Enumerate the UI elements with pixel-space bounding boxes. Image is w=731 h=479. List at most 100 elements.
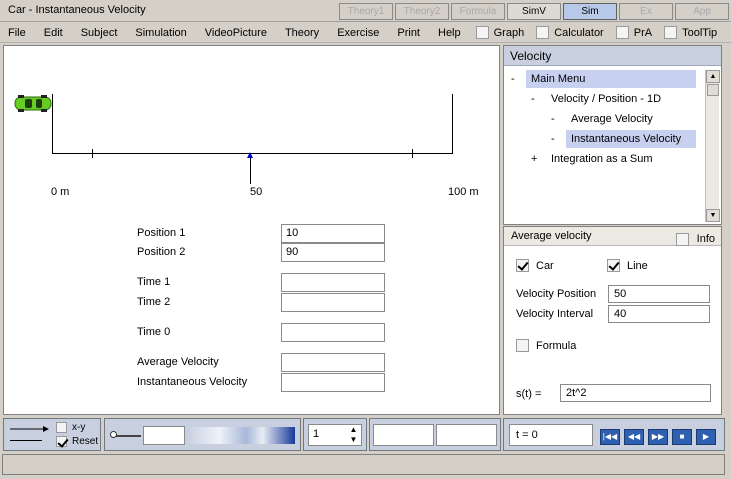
tooltip-checkbox[interactable] — [664, 26, 678, 39]
average-velocity-panel: Average velocity Info Car Line Velocity … — [503, 226, 722, 415]
tree-item-label: Instantaneous Velocity — [566, 130, 696, 148]
reset-checkbox[interactable] — [56, 436, 67, 447]
menu-file[interactable]: File — [0, 23, 35, 43]
spinner-up-icon[interactable]: ▲ — [346, 425, 361, 435]
tree-collapse-icon[interactable]: - — [551, 130, 555, 148]
arrow-icon — [10, 426, 49, 432]
tree-item-label: Main Menu — [526, 70, 696, 88]
color-swatch[interactable] — [143, 426, 185, 445]
scroll-up-icon[interactable]: ▲ — [706, 70, 720, 83]
car-toggle[interactable]: Car — [516, 259, 554, 272]
scroll-thumb[interactable] — [707, 84, 719, 96]
axis-tick — [412, 149, 413, 158]
avg-velocity-label: Average Velocity — [137, 356, 219, 368]
rewind-icon[interactable]: ◀◀ — [624, 429, 644, 445]
reset-label: Reset — [72, 436, 99, 447]
tab-app[interactable]: App — [675, 3, 729, 20]
menu-theory[interactable]: Theory — [276, 23, 328, 43]
car-checkbox[interactable] — [516, 259, 529, 272]
calculator-toggle[interactable]: Calculator — [536, 26, 610, 39]
velocity-position-label: Velocity Position — [516, 288, 597, 300]
pra-toggle[interactable]: PrA — [615, 26, 658, 39]
graph-checkbox[interactable] — [475, 26, 489, 39]
slider-knob[interactable] — [110, 431, 117, 438]
line-checkbox[interactable] — [607, 259, 620, 272]
time-display: t = 0 — [509, 424, 593, 446]
velocity-interval-field[interactable]: 40 — [608, 305, 710, 323]
line-toggle[interactable]: Line — [607, 259, 648, 272]
graph-label: Graph — [493, 26, 525, 39]
skip-to-start-icon[interactable]: |◀◀ — [600, 429, 620, 445]
time1-field[interactable] — [281, 273, 385, 292]
formula-checkbox[interactable] — [516, 339, 529, 352]
tree-expand-icon[interactable]: + — [531, 150, 537, 168]
tab-theory2[interactable]: Theory2 — [395, 3, 449, 20]
tree-collapse-icon[interactable]: - — [531, 90, 535, 108]
tab-sim[interactable]: Sim — [563, 3, 617, 20]
simulation-panel: 0 m 50 100 m Position 1 10 Position 2 90… — [3, 45, 500, 415]
slider-section — [104, 418, 301, 451]
menu-simulation[interactable]: Simulation — [126, 23, 195, 43]
axis-start-bar — [52, 94, 53, 154]
tree-scrollbar[interactable]: ▲ ▼ — [705, 70, 720, 222]
time2-field[interactable] — [281, 293, 385, 312]
menu-videopicture[interactable]: VideoPicture — [196, 23, 276, 43]
position-marker[interactable] — [247, 152, 253, 158]
st-field[interactable]: 2t^2 — [560, 384, 711, 402]
line-label: Line — [627, 259, 648, 272]
view-tabs: Theory1 Theory2 Formula SimV Sim Ex App — [337, 3, 729, 20]
tab-ex[interactable]: Ex — [619, 3, 673, 20]
inst-velocity-field[interactable] — [281, 373, 385, 392]
play-icon[interactable]: ▶ — [696, 429, 716, 445]
avg-velocity-field[interactable] — [281, 353, 385, 372]
tree-collapse-icon[interactable]: - — [511, 70, 515, 88]
velocity-panel-header: Velocity — [504, 46, 721, 66]
position1-label: Position 1 — [137, 227, 186, 239]
line-icon — [10, 440, 42, 441]
tab-formula[interactable]: Formula — [451, 3, 505, 20]
velocity-panel: Velocity - Main Menu - Velocity / Positi… — [503, 45, 722, 225]
display-box-2 — [436, 424, 497, 446]
position2-label: Position 2 — [137, 246, 186, 258]
tab-theory1[interactable]: Theory1 — [339, 3, 393, 20]
fast-forward-icon[interactable]: ▶▶ — [648, 429, 668, 445]
tooltip-label: ToolTip — [682, 26, 718, 39]
average-velocity-title: Average velocity — [511, 230, 592, 242]
pra-checkbox[interactable] — [615, 26, 629, 39]
info-checkbox[interactable] — [675, 233, 689, 246]
formula-label: Formula — [536, 339, 577, 352]
car-label: Car — [536, 259, 554, 272]
tooltip-toggle[interactable]: ToolTip — [664, 26, 723, 39]
menu-edit[interactable]: Edit — [35, 23, 72, 43]
bottom-toolbar: x-y Reset 1 ▲ ▼ t = 0 |◀◀ ◀◀ ▶▶ ■ ▶ — [3, 418, 725, 451]
display-box-1 — [373, 424, 434, 446]
time0-label: Time 0 — [137, 326, 171, 338]
tree-item-label: Average Velocity — [571, 113, 653, 125]
spinner-down-icon[interactable]: ▼ — [346, 435, 361, 445]
axis-label-mid: 50 — [250, 186, 263, 198]
menu-subject[interactable]: Subject — [72, 23, 127, 43]
menu-print[interactable]: Print — [388, 23, 429, 43]
st-label: s(t) = — [516, 388, 542, 400]
time0-field[interactable] — [281, 323, 385, 342]
average-velocity-header: Average velocity Info — [504, 227, 721, 246]
info-toggle[interactable]: Info — [675, 230, 715, 249]
menu-help[interactable]: Help — [429, 23, 470, 43]
xy-checkbox[interactable] — [56, 422, 67, 433]
gradient-bar[interactable] — [187, 427, 295, 444]
stop-icon[interactable]: ■ — [672, 429, 692, 445]
calculator-label: Calculator — [554, 26, 604, 39]
velocity-position-field[interactable]: 50 — [608, 285, 710, 303]
formula-toggle[interactable]: Formula — [516, 339, 576, 352]
graph-toggle[interactable]: Graph — [475, 26, 531, 39]
tree-collapse-icon[interactable]: - — [551, 110, 555, 128]
menu-exercise[interactable]: Exercise — [328, 23, 388, 43]
tree-item-main-menu[interactable]: - Main Menu — [504, 70, 696, 88]
calculator-checkbox[interactable] — [536, 26, 550, 39]
scroll-down-icon[interactable]: ▼ — [706, 209, 720, 222]
position2-field[interactable]: 90 — [281, 243, 385, 262]
tab-simv[interactable]: SimV — [507, 3, 561, 20]
car-icon[interactable] — [14, 95, 52, 112]
position1-field[interactable]: 10 — [281, 224, 385, 243]
title-bar: Car - Instantaneous Velocity Theory1 The… — [0, 0, 731, 22]
